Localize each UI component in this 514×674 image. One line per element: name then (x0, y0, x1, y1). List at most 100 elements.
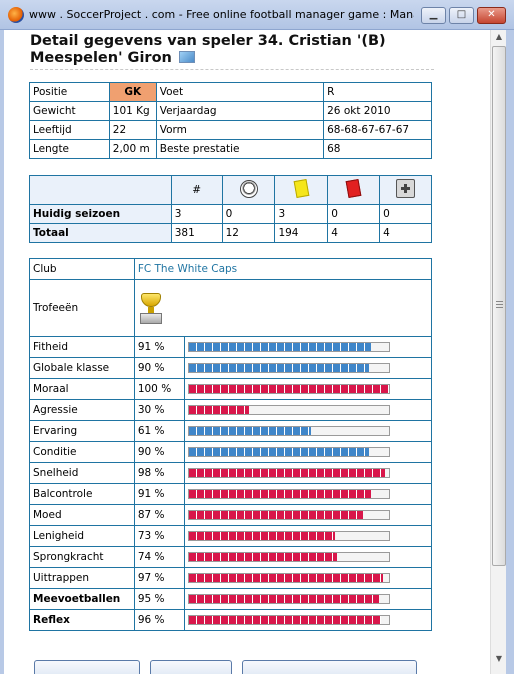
info-row: Leeftijd 22 Vorm 68-68-67-67-67 (29, 120, 432, 140)
season-stat-value: 12 (221, 223, 276, 243)
skill-label: Reflex (29, 609, 135, 631)
info-label: Positie (29, 82, 110, 102)
skill-bar-cell (183, 462, 433, 484)
skill-progress-bar (187, 447, 390, 457)
skill-bar-cell (183, 609, 433, 631)
skill-progress-fill (188, 427, 311, 435)
info-row: Positie GK Voet R (29, 82, 432, 102)
skill-progress-fill (188, 511, 363, 519)
season-stat-value: 0 (327, 204, 381, 224)
trophy-cup-shape (140, 292, 161, 307)
skill-bar-cell (183, 441, 433, 463)
skill-label: Uittrappen (29, 567, 135, 589)
player-info-table: Positie GK Voet R Gewicht 101 Kg Verjaardag 26 … (29, 82, 432, 159)
skill-bar-cell (183, 483, 433, 505)
skills-table: Club FC The White Caps Trofeeën Fitheid 9… (29, 258, 433, 631)
season-stat-value: 381 (170, 223, 223, 243)
skill-bar-cell (183, 546, 433, 568)
skill-bar-cell (183, 420, 433, 442)
info-label: Leeftijd (29, 120, 110, 140)
season-row-label: Totaal (29, 223, 172, 243)
skill-value: 73 % (133, 525, 185, 547)
red-card-header (327, 175, 381, 205)
skill-row: Reflex 96 % (29, 609, 433, 631)
skill-label: Lenigheid (29, 525, 135, 547)
bottom-button-2[interactable] (150, 660, 232, 674)
skill-progress-bar (187, 363, 390, 373)
skill-value: 91 % (133, 483, 185, 505)
skill-progress-fill (188, 406, 249, 414)
skill-progress-bar (187, 426, 390, 436)
season-header-row: # (29, 175, 432, 205)
page-title: Detail gegevens van speler 34. Cristian … (30, 33, 440, 67)
skill-progress-fill (188, 553, 337, 561)
maximize-button[interactable]: □ (449, 7, 474, 24)
skill-progress-bar (187, 531, 390, 541)
skill-value: 90 % (133, 441, 185, 463)
info-row: Lengte 2,00 m Beste prestatie 68 (29, 139, 432, 159)
season-row: Huidig seizoen 3 0 3 0 0 (29, 204, 432, 224)
season-stat-value: 3 (170, 204, 223, 224)
skill-bar-cell (183, 525, 433, 547)
skill-label: Sprongkracht (29, 546, 135, 568)
close-button[interactable]: ✕ (477, 7, 506, 24)
skill-progress-bar (187, 384, 390, 394)
skill-value: 30 % (133, 399, 185, 421)
scroll-grip-icon (496, 301, 503, 308)
skill-progress-fill (188, 616, 381, 624)
skill-bar-cell (183, 357, 433, 379)
season-header-empty (29, 175, 172, 205)
trophy-icon[interactable] (138, 292, 164, 325)
season-stat-value: 4 (379, 223, 432, 243)
skill-label: Ervaring (29, 420, 135, 442)
skill-progress-bar (187, 552, 390, 562)
info-value: 101 Kg (108, 101, 157, 121)
skill-progress-fill (188, 490, 371, 498)
info-value: 2,00 m (108, 139, 157, 159)
scroll-down-arrow-icon[interactable]: ▼ (491, 652, 507, 666)
skill-row: Snelheid 98 % (29, 462, 433, 484)
skill-label: Meevoetballen (29, 588, 135, 610)
skill-row: Balcontrole 91 % (29, 483, 433, 505)
skill-row: Sprongkracht 74 % (29, 546, 433, 568)
skill-value: 95 % (133, 588, 185, 610)
skill-bar-cell (183, 504, 433, 526)
skill-label: Moed (29, 504, 135, 526)
skill-value: 74 % (133, 546, 185, 568)
info-value: 68-68-67-67-67 (323, 120, 432, 140)
skill-progress-fill (188, 364, 369, 372)
bottom-button-3[interactable] (242, 660, 417, 674)
goals-header (221, 175, 276, 205)
red-card-icon (345, 179, 362, 198)
skill-value: 97 % (133, 567, 185, 589)
page-title-text: Detail gegevens van speler 34. Cristian … (30, 33, 386, 66)
bottom-button-1[interactable] (34, 660, 140, 674)
window-frame-right (506, 30, 514, 674)
info-label: Vorm (155, 120, 325, 140)
season-stat-value: 0 (379, 204, 432, 224)
yellow-card-icon (293, 179, 310, 198)
skill-label: Balcontrole (29, 483, 135, 505)
club-name-link[interactable]: FC The White Caps (133, 258, 433, 280)
minimize-button[interactable]: ▁ (421, 7, 446, 24)
vertical-scrollbar[interactable]: ▲ ▼ (490, 30, 506, 674)
info-label: Beste prestatie (155, 139, 325, 159)
nationality-flag-icon (178, 51, 195, 63)
skill-label: Fitheid (29, 336, 135, 358)
skill-row: Agressie 30 % (29, 399, 433, 421)
skill-value: 61 % (133, 420, 185, 442)
scroll-up-arrow-icon[interactable]: ▲ (491, 30, 507, 44)
skill-label: Agressie (29, 399, 135, 421)
skill-bar-cell (183, 378, 433, 400)
skill-progress-fill (188, 448, 369, 456)
skill-label: Moraal (29, 378, 135, 400)
skill-value: 91 % (133, 336, 185, 358)
skill-progress-fill (188, 574, 383, 582)
info-value: 22 (108, 120, 157, 140)
club-row: Club FC The White Caps (29, 258, 433, 280)
season-stat-value: 0 (221, 204, 276, 224)
matches-header: # (170, 175, 223, 205)
skill-value: 100 % (133, 378, 185, 400)
skill-value: 96 % (133, 609, 185, 631)
scroll-thumb[interactable] (492, 46, 506, 566)
